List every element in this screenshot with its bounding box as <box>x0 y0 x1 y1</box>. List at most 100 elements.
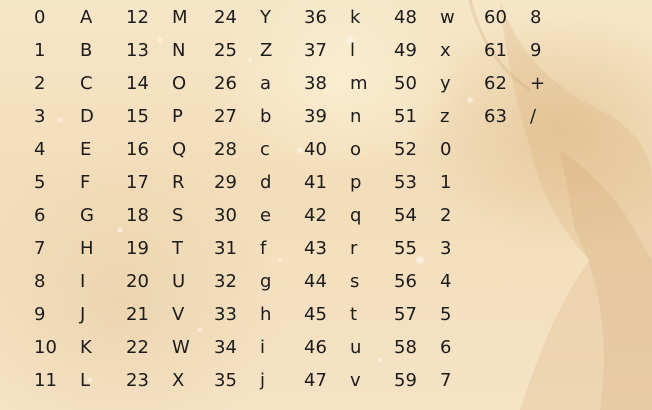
index-value: 17 <box>126 172 149 193</box>
character-value: S <box>172 205 184 226</box>
character-value: P <box>172 106 183 127</box>
index-value: 11 <box>34 370 57 391</box>
character-value: t <box>350 304 358 325</box>
index-value: 2 <box>34 73 46 94</box>
character-value: p <box>350 172 362 193</box>
index-value: 63 <box>484 106 507 127</box>
character-value: / <box>530 106 537 127</box>
character-value: K <box>80 337 92 358</box>
index-value: 42 <box>304 205 327 226</box>
index-value: 30 <box>214 205 237 226</box>
index-value: 60 <box>484 7 507 28</box>
index-value: 44 <box>304 271 327 292</box>
index-value: 54 <box>394 205 417 226</box>
index-value: 39 <box>304 106 327 127</box>
character-value: a <box>260 73 272 94</box>
index-value: 53 <box>394 172 417 193</box>
index-value: 46 <box>304 337 327 358</box>
index-value: 37 <box>304 40 327 61</box>
character-value: 8 <box>530 7 542 28</box>
character-value: r <box>350 238 358 259</box>
index-value: 29 <box>214 172 237 193</box>
character-value: u <box>350 337 362 358</box>
character-value: M <box>172 7 188 28</box>
index-value: 32 <box>214 271 237 292</box>
character-value: w <box>440 7 455 28</box>
index-value: 22 <box>126 337 149 358</box>
character-value: H <box>80 238 94 259</box>
index-value: 3 <box>34 106 46 127</box>
character-value: 2 <box>440 205 452 226</box>
character-value: n <box>350 106 362 127</box>
index-value: 10 <box>34 337 57 358</box>
character-value: y <box>440 73 451 94</box>
character-value: i <box>260 337 266 358</box>
character-value: e <box>260 205 272 226</box>
character-value: 7 <box>440 370 452 391</box>
index-value: 49 <box>394 40 417 61</box>
index-value: 8 <box>34 271 46 292</box>
index-value: 62 <box>484 73 507 94</box>
character-value: B <box>80 40 93 61</box>
index-value: 9 <box>34 304 46 325</box>
character-value: s <box>350 271 360 292</box>
index-value: 5 <box>34 172 46 193</box>
index-value: 41 <box>304 172 327 193</box>
character-value: k <box>350 7 361 28</box>
index-value: 55 <box>394 238 417 259</box>
character-value: x <box>440 40 451 61</box>
character-value: 3 <box>440 238 452 259</box>
index-value: 31 <box>214 238 237 259</box>
character-value: X <box>172 370 185 391</box>
index-value: 52 <box>394 139 417 160</box>
index-value: 36 <box>304 7 327 28</box>
index-value: 14 <box>126 73 149 94</box>
character-value: 0 <box>440 139 452 160</box>
character-value: G <box>80 205 94 226</box>
character-value: c <box>260 139 270 160</box>
index-value: 50 <box>394 73 417 94</box>
character-value: U <box>172 271 186 292</box>
character-value: l <box>350 40 356 61</box>
character-value: E <box>80 139 92 160</box>
index-value: 35 <box>214 370 237 391</box>
index-value: 40 <box>304 139 327 160</box>
character-value: Q <box>172 139 187 160</box>
index-value: 57 <box>394 304 417 325</box>
index-value: 12 <box>126 7 149 28</box>
character-value: L <box>80 370 91 391</box>
character-value: F <box>80 172 91 193</box>
index-value: 23 <box>126 370 149 391</box>
character-value: b <box>260 106 272 127</box>
index-value: 16 <box>126 139 149 160</box>
index-value: 26 <box>214 73 237 94</box>
index-value: 34 <box>214 337 237 358</box>
index-value: 47 <box>304 370 327 391</box>
character-value: J <box>80 304 86 325</box>
index-value: 6 <box>34 205 46 226</box>
character-value: d <box>260 172 272 193</box>
index-value: 51 <box>394 106 417 127</box>
character-value: Z <box>260 40 273 61</box>
index-value: 20 <box>126 271 149 292</box>
character-value: Y <box>260 7 271 28</box>
character-value: W <box>172 337 190 358</box>
character-value: A <box>80 7 93 28</box>
character-value: I <box>80 271 86 292</box>
index-character-table: 0 A 1 B 2 C 3 D 4 E 5 F 6 G 7 H 8 I 9 J 10 K 11 L 12 M 13 N 14 O 15 P 16… <box>0 0 652 410</box>
character-value: 9 <box>530 40 542 61</box>
index-value: 56 <box>394 271 417 292</box>
character-value: z <box>440 106 450 127</box>
character-value: T <box>172 238 183 259</box>
index-value: 48 <box>394 7 417 28</box>
character-value: D <box>80 106 94 127</box>
index-value: 7 <box>34 238 46 259</box>
character-value: g <box>260 271 272 292</box>
index-value: 27 <box>214 106 237 127</box>
index-value: 0 <box>34 7 46 28</box>
index-value: 58 <box>394 337 417 358</box>
character-value: j <box>260 370 266 391</box>
index-value: 13 <box>126 40 149 61</box>
character-value: 5 <box>440 304 452 325</box>
character-value: m <box>350 73 368 94</box>
